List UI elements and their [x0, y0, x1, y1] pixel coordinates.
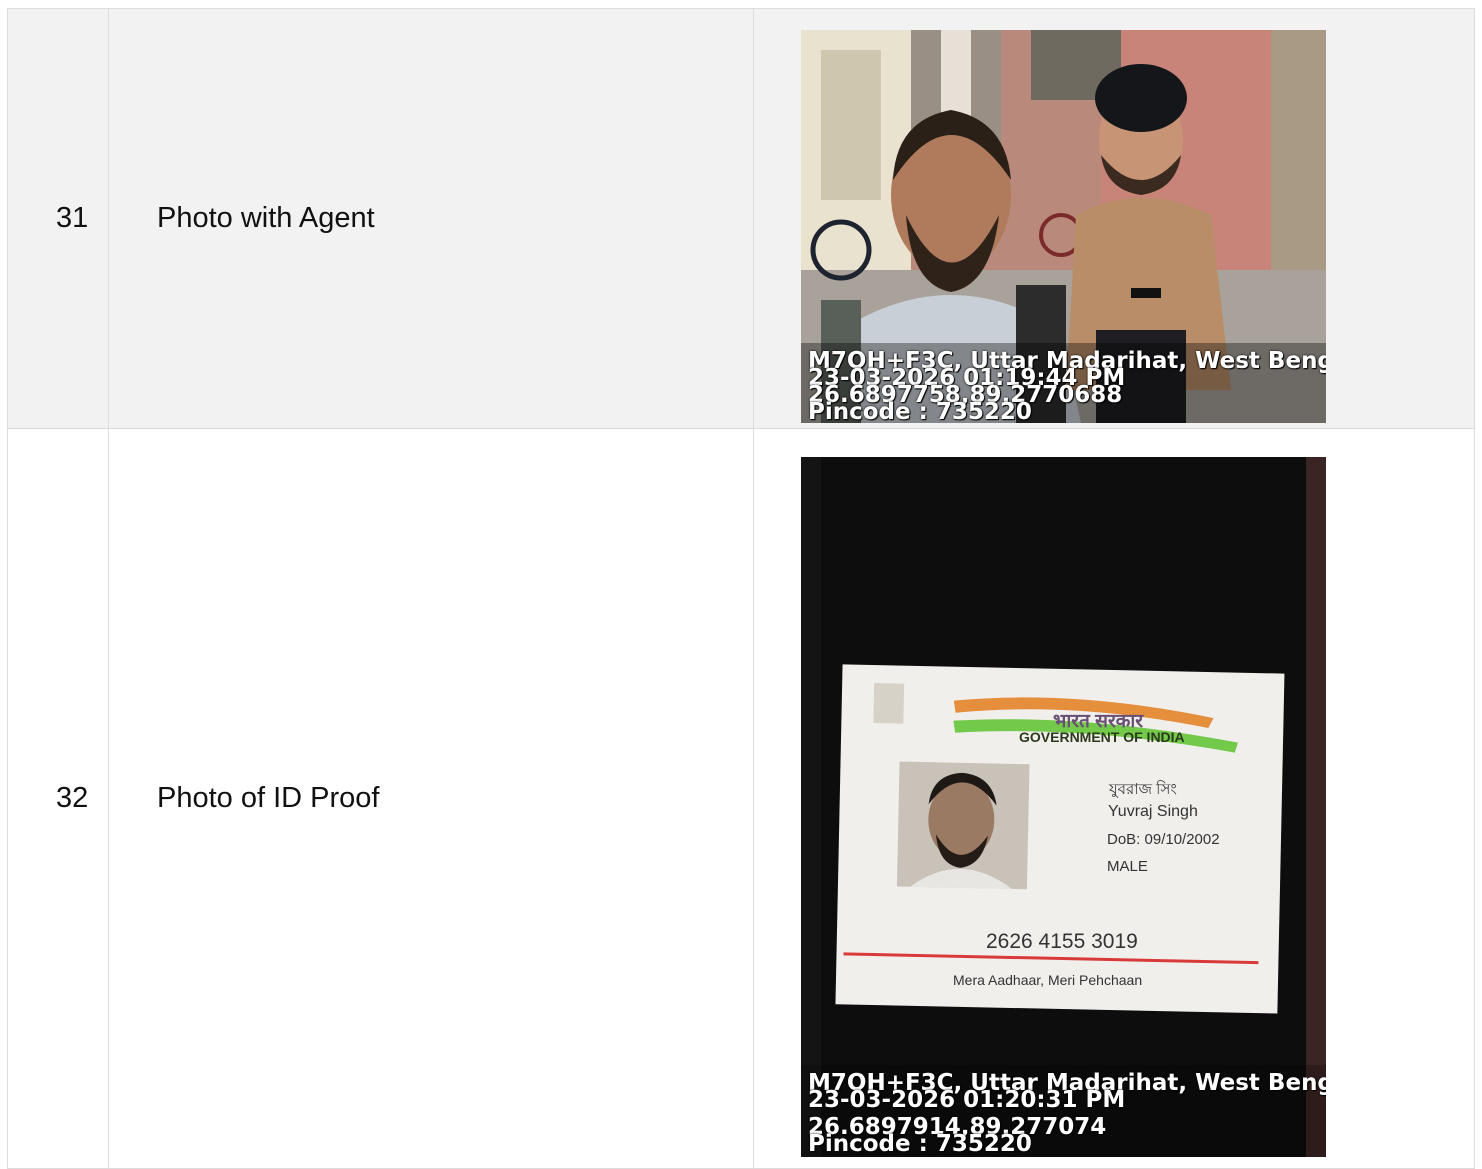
id-proof-image	[801, 456, 1326, 1157]
row-number: 32	[7, 428, 109, 1169]
row-number: 31	[7, 8, 109, 429]
geo-timestamp-overlay: M7QH+F3C, Uttar Madarihat, West Bengal 7…	[808, 350, 1326, 424]
card-tagline: Mera Aadhaar, Meri Pehchaan	[953, 971, 1143, 988]
inspection-photo-table: 31 Photo with Agent M7QH+F3C, Uttar Mada…	[7, 8, 1475, 1169]
table-row: 31 Photo with Agent M7QH+F3C, Uttar Mada…	[7, 8, 1475, 429]
photo-cell: भारत सरकार GOVERNMENT OF INDIA যুবরাজ সি…	[753, 428, 1475, 1169]
row-label: Photo with Agent	[108, 8, 754, 429]
card-gender: MALE	[1107, 857, 1148, 875]
card-name: Yuvraj Singh	[1108, 802, 1198, 820]
card-govt-heading: GOVERNMENT OF INDIA	[1019, 728, 1185, 745]
id-proof-photo[interactable]: भारत सरकार GOVERNMENT OF INDIA যুবরাজ সি…	[801, 456, 1326, 1157]
row-label: Photo of ID Proof	[108, 428, 754, 1169]
card-dob: DoB: 09/10/2002	[1107, 830, 1220, 848]
agent-selfie-photo[interactable]: M7QH+F3C, Uttar Madarihat, West Bengal 7…	[801, 30, 1326, 423]
photo-cell: M7QH+F3C, Uttar Madarihat, West Bengal 7…	[753, 8, 1475, 429]
table-row: 32 Photo of ID Proof भारत सरकार GOVERNME…	[7, 428, 1475, 1169]
card-id-number: 2626 4155 3019	[986, 929, 1138, 953]
card-bengali-name: যুবরাজ সিং	[1109, 780, 1177, 798]
geo-timestamp-overlay: M7QH+F3C, Uttar Madarihat, West Bengal 7…	[808, 1071, 1326, 1155]
